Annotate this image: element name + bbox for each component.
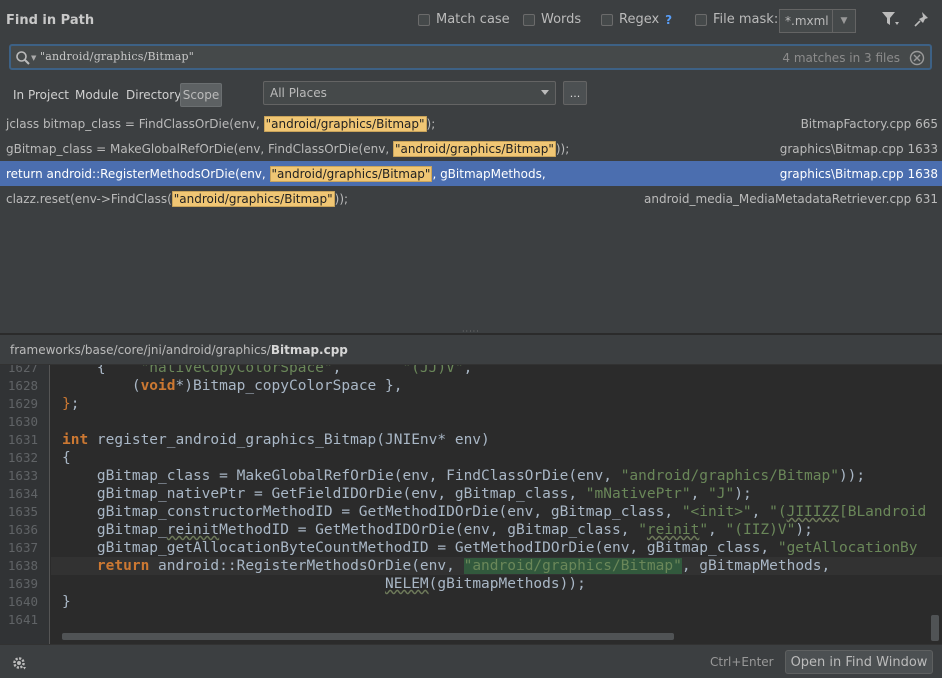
results-list[interactable]: jclass bitmap_class = FindClassOrDie(env… [0,111,942,331]
dialog-title: Find in Path [6,13,95,28]
tab-in-project[interactable]: In Project [13,88,69,102]
code-line[interactable]: { "nativeCopyColorSpace", "(JJ)V", [62,365,472,377]
regex-box[interactable] [601,13,613,26]
file-mask-label: File mask: [713,12,779,27]
clear-icon[interactable] [909,50,925,69]
line-number: 1634 [7,486,38,501]
horizontal-scrollbar-thumb[interactable] [62,633,674,640]
result-code-pre: clazz.reset(env->FindClass( [6,191,172,206]
code-line[interactable]: int register_android_graphics_Bitmap(JNI… [62,431,490,449]
result-row[interactable]: gBitmap_class = MakeGlobalRefOrDie(env, … [0,136,942,161]
match-case-checkbox[interactable]: Match case [418,12,510,27]
code-line[interactable]: gBitmap_getAllocationByteCountMethodID =… [62,539,918,557]
result-code-pre: jclass bitmap_class = FindClassOrDie(env… [6,116,264,131]
code-line[interactable]: return android::RegisterMethodsOrDie(env… [62,557,830,575]
footer-bar: Ctrl+Enter Open in Find Window [0,644,942,678]
open-in-find-window-button[interactable]: Open in Find Window [785,650,933,674]
result-match: "android/graphics/Bitmap" [171,190,335,207]
shortcut-hint: Ctrl+Enter [710,655,774,669]
line-number: 1638 [7,558,38,573]
regex-help-icon[interactable]: ? [665,13,672,27]
result-code-post: ); [426,116,436,131]
result-code: clazz.reset(env->FindClass("android/grap… [6,190,349,207]
line-number: 1639 [7,576,38,591]
match-count: 4 matches in 3 files [782,51,900,65]
vertical-scrollbar-thumb[interactable] [931,615,939,641]
scope-dropdown-value: All Places [270,86,327,100]
tab-scope[interactable]: Scope [180,83,222,107]
code-line[interactable]: { [62,449,71,467]
line-number: 1635 [7,504,38,519]
result-file: graphics\Bitmap.cpp 1638 [779,166,938,181]
result-code: return android::RegisterMethodsOrDie(env… [6,165,546,182]
words-checkbox[interactable]: Words [523,12,581,27]
result-match: "android/graphics/Bitmap" [263,115,427,132]
result-code-pre: gBitmap_class = MakeGlobalRefOrDie(env, … [6,141,393,156]
code-line[interactable]: gBitmap_nativePtr = GetFieldIDOrDie(env,… [62,485,752,503]
result-code: jclass bitmap_class = FindClassOrDie(env… [6,115,436,132]
filter-icon[interactable] [880,10,900,31]
chevron-down-icon[interactable] [541,90,549,95]
line-number: 1627 [7,365,38,375]
code-line[interactable]: (void*)Bitmap_copyColorSpace }, [62,377,403,395]
gear-icon[interactable] [11,655,27,674]
match-case-box[interactable] [418,13,430,26]
result-code-pre: return android::RegisterMethodsOrDie(env… [6,166,270,181]
tab-directory[interactable]: Directory [126,88,181,102]
words-box[interactable] [523,13,535,26]
file-mask-box[interactable] [695,13,707,26]
line-number: 1629 [7,396,38,411]
regex-label: Regex [619,12,660,27]
result-match: "android/graphics/Bitmap" [269,165,433,182]
words-label: Words [541,12,582,27]
line-number: 1640 [7,594,38,609]
line-number: 1631 [7,432,38,447]
tab-scope-label: Scope [182,88,220,102]
line-number: 1632 [7,450,38,465]
file-mask-combo[interactable]: *.mxml ▼ [779,9,856,33]
code-line[interactable]: gBitmap_class = MakeGlobalRefOrDie(env, … [62,467,865,485]
line-number: 1637 [7,540,38,555]
file-mask-checkbox[interactable]: File mask: [695,12,778,27]
result-file: graphics\Bitmap.cpp 1633 [779,141,938,156]
result-row[interactable]: clazz.reset(env->FindClass("android/grap… [0,186,942,211]
result-code-post: , gBitmapMethods, [432,166,546,181]
result-code-post: )); [334,191,349,206]
code-line[interactable]: } [62,593,71,611]
pin-icon[interactable] [913,11,931,32]
preview-file-name: Bitmap.cpp [270,343,348,357]
code-preview[interactable]: 1627 1628 1629 1630 1631 1632 1633 1634 … [0,365,942,644]
line-number: 1633 [7,468,38,483]
code-line[interactable]: gBitmap_constructorMethodID = GetMethodI… [62,503,926,521]
match-case-label: Match case [436,12,510,27]
result-file: BitmapFactory.cpp 665 [800,116,938,131]
search-history-chevron-icon[interactable]: ▼ [31,54,36,62]
code-line[interactable]: NELEM(gBitmapMethods)); [62,575,586,593]
search-field[interactable]: ▼ "android/graphics/Bitmap" 4 matches in… [9,44,932,70]
chevron-down-icon[interactable]: ▼ [832,10,855,32]
result-row[interactable]: jclass bitmap_class = FindClassOrDie(env… [0,111,942,136]
browse-button[interactable]: ... [563,81,587,105]
preview-path-dir: frameworks/base/core/jni/android/graphic… [10,343,271,357]
line-number: 1630 [7,414,38,429]
line-gutter: 1627 1628 1629 1630 1631 1632 1633 1634 … [0,365,50,644]
result-code-post: )); [555,141,570,156]
result-row-selected[interactable]: return android::RegisterMethodsOrDie(env… [0,161,942,186]
result-file: android_media_MediaMetadataRetriever.cpp… [644,191,938,206]
result-match: "android/graphics/Bitmap" [392,140,556,157]
regex-checkbox[interactable]: Regex ? [601,12,672,27]
line-number: 1636 [7,522,38,537]
preview-path-bar: frameworks/base/core/jni/android/graphic… [0,335,942,365]
scope-dropdown[interactable]: All Places [263,81,556,105]
search-icon[interactable] [15,50,31,69]
search-input[interactable]: "android/graphics/Bitmap" [40,50,194,63]
code-line[interactable]: }; [62,395,79,413]
code-line[interactable]: gBitmap_reinitMethodID = GetMethodIDOrDi… [62,521,813,539]
tab-module[interactable]: Module [75,88,119,102]
line-number: 1628 [7,378,38,393]
line-number: 1641 [7,612,38,627]
file-mask-value[interactable]: *.mxml [780,14,832,28]
result-code: gBitmap_class = MakeGlobalRefOrDie(env, … [6,140,570,157]
preview-path: frameworks/base/core/jni/android/graphic… [10,343,348,357]
